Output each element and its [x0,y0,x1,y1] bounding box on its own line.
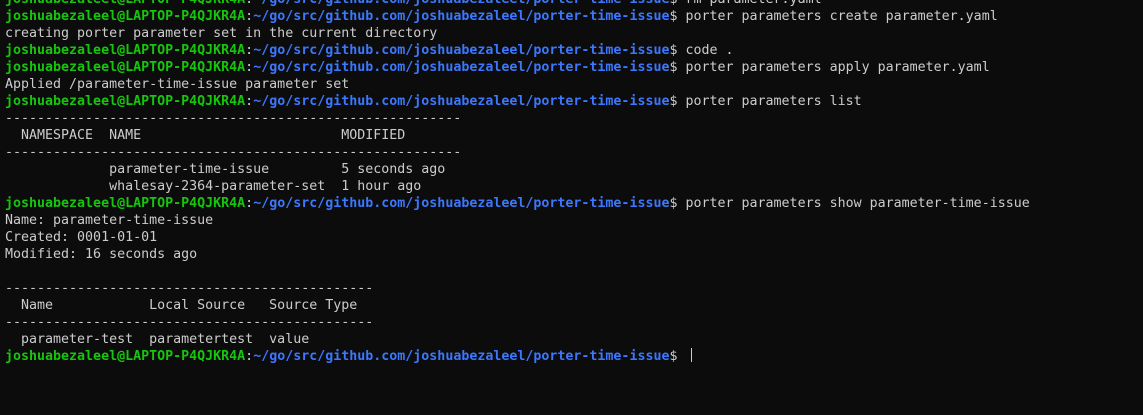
prompt-colon: : [245,94,254,109]
prompt-line: joshuabezaleel@LAPTOP-P4QJKR4A:~/go/src/… [5,348,1030,365]
command-text [677,349,685,364]
output-text: Name Local Source Source Type [5,298,358,313]
output-text: ----------------------------------------… [5,111,462,126]
output-text: NAMESPACE NAME MODIFIED [5,128,406,143]
terminal-output: joshuabezaleel@LAPTOP-P4QJKR4A:~/go/src/… [5,0,1030,365]
prompt-path: ~/go/src/github.com/joshuabezaleel/porte… [253,94,670,109]
terminal-window[interactable]: joshuabezaleel@LAPTOP-P4QJKR4A:~/go/src/… [0,0,1143,415]
output-line: Applied /parameter-time-issue parameter … [5,76,1030,93]
prompt-line: joshuabezaleel@LAPTOP-P4QJKR4A:~/go/src/… [5,93,1030,110]
output-line: ----------------------------------------… [5,280,1030,297]
prompt-user-host: joshuabezaleel@LAPTOP-P4QJKR4A [5,9,246,24]
prompt-path: ~/go/src/github.com/joshuabezaleel/porte… [253,9,670,24]
command-text: porter parameters show parameter-time-is… [677,196,1030,211]
output-line: parameter-test parametertest value [5,331,1030,348]
output-line: ----------------------------------------… [5,110,1030,127]
output-text: whalesay-2364-parameter-set 1 hour ago [5,179,422,194]
output-line: creating porter parameter set in the cur… [5,25,1030,42]
command-text: rm parameter.yaml [677,0,821,7]
prompt-user-host: joshuabezaleel@LAPTOP-P4QJKR4A [5,60,246,75]
prompt-path: ~/go/src/github.com/joshuabezaleel/porte… [253,349,670,364]
prompt-colon: : [245,60,254,75]
prompt-user-host: joshuabezaleel@LAPTOP-P4QJKR4A [5,349,246,364]
output-text: ----------------------------------------… [5,145,462,160]
output-text: Name: parameter-time-issue [5,213,214,228]
prompt-user-host: joshuabezaleel@LAPTOP-P4QJKR4A [5,94,246,109]
command-text: porter parameters apply parameter.yaml [677,60,990,75]
output-line: Name Local Source Source Type [5,297,1030,314]
prompt-line: joshuabezaleel@LAPTOP-P4QJKR4A:~/go/src/… [5,0,1030,8]
output-text: parameter-time-issue 5 seconds ago [5,162,446,177]
output-line: whalesay-2364-parameter-set 1 hour ago [5,178,1030,195]
output-text: creating porter parameter set in the cur… [5,26,438,41]
prompt-line: joshuabezaleel@LAPTOP-P4QJKR4A:~/go/src/… [5,8,1030,25]
prompt-colon: : [245,196,254,211]
output-line: ----------------------------------------… [5,144,1030,161]
output-text: Modified: 16 seconds ago [5,247,198,262]
prompt-line: joshuabezaleel@LAPTOP-P4QJKR4A:~/go/src/… [5,195,1030,212]
command-text: code . [677,43,734,58]
output-text: Applied /parameter-time-issue parameter … [5,77,350,92]
prompt-user-host: joshuabezaleel@LAPTOP-P4QJKR4A [5,196,246,211]
output-text: ----------------------------------------… [5,281,374,296]
output-text: parameter-test parametertest value [5,332,310,347]
prompt-path: ~/go/src/github.com/joshuabezaleel/porte… [253,0,669,7]
command-text: porter parameters list [677,94,862,109]
prompt-path: ~/go/src/github.com/joshuabezaleel/porte… [253,60,670,75]
prompt-line: joshuabezaleel@LAPTOP-P4QJKR4A:~/go/src/… [5,59,1030,76]
text-cursor[interactable] [690,348,692,362]
output-text: ----------------------------------------… [5,315,374,330]
prompt-user-host: joshuabezaleel@LAPTOP-P4QJKR4A [5,43,246,58]
output-line: Name: parameter-time-issue [5,212,1030,229]
output-text: Created: 0001-01-01 [5,230,158,245]
prompt-line: joshuabezaleel@LAPTOP-P4QJKR4A:~/go/src/… [5,42,1030,59]
prompt-colon: : [245,9,254,24]
output-line: NAMESPACE NAME MODIFIED [5,127,1030,144]
output-line: Modified: 16 seconds ago [5,246,1030,263]
prompt-path: ~/go/src/github.com/joshuabezaleel/porte… [253,43,670,58]
prompt-colon: : [245,349,254,364]
prompt-colon: : [245,43,254,58]
prompt-user-host: joshuabezaleel@LAPTOP-P4QJKR4A [5,0,245,7]
prompt-path: ~/go/src/github.com/joshuabezaleel/porte… [253,196,670,211]
prompt-colon: : [245,0,253,7]
output-line: parameter-time-issue 5 seconds ago [5,161,1030,178]
command-text: porter parameters create parameter.yaml [677,9,998,24]
output-line: Created: 0001-01-01 [5,229,1030,246]
output-line: ----------------------------------------… [5,314,1030,331]
